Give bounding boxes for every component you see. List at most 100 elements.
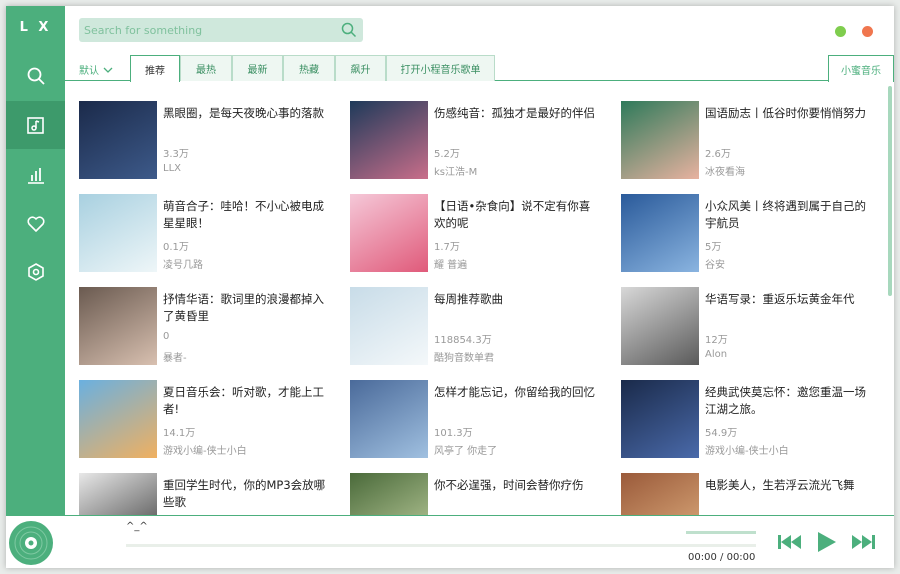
tab-newest[interactable]: 最新: [232, 55, 283, 81]
app-logo: L X: [19, 20, 52, 35]
playlist-cover[interactable]: [350, 473, 428, 515]
playlist-card[interactable]: 伤感纯音：孤独才是最好的伴侣 5.2万 ks江浩-M: [336, 89, 598, 179]
playlist-play-count: 1.7万: [434, 242, 460, 253]
playlist-title[interactable]: 经典武侠莫忘怀：邀您重温一场江湖之旅。: [705, 384, 869, 418]
playlist-cover[interactable]: [621, 473, 699, 515]
playlist-card[interactable]: 抒情华语：歌词里的浪漫都掉入了黄昏里 0 暴者-: [65, 275, 327, 365]
heart-icon: [26, 216, 45, 232]
playlist-author: 风亭了 你走了: [434, 446, 498, 457]
playlist-title[interactable]: 夏日音乐会：听对歌，才能上工者!: [163, 384, 327, 418]
sidebar-item-settings[interactable]: [6, 248, 65, 296]
album-disc-icon[interactable]: [8, 520, 54, 566]
playlist-title[interactable]: 国语励志丨低谷时你要悄悄努力: [705, 105, 869, 122]
playlist-title[interactable]: 黑眼圈，是每天夜晚心事的落款: [163, 105, 327, 122]
playlist-card[interactable]: 怎样才能忘记，你留给我的回忆 101.3万风亭了 你走了: [336, 368, 598, 458]
playlist-play-count: 2.6万: [705, 149, 731, 160]
search-icon[interactable]: [340, 21, 358, 39]
search-bar: [79, 18, 363, 42]
playlist-card[interactable]: 电影美人，生若浮云流光飞舞: [607, 461, 869, 515]
sidebar-item-search[interactable]: [6, 52, 65, 100]
playlist-play-count: 14.1万: [163, 428, 196, 439]
playlist-title[interactable]: 你不必逞强，时间会替你疗伤: [434, 477, 598, 494]
playlist-play-count: 118854.3万: [434, 335, 492, 346]
tab-hot-collect[interactable]: 热藏: [283, 55, 335, 81]
next-icon[interactable]: [849, 529, 877, 555]
playlist-title[interactable]: 电影美人，生若浮云流光飞舞: [705, 477, 869, 494]
progress-bar[interactable]: [126, 544, 756, 547]
sidebar-item-charts[interactable]: [6, 151, 65, 199]
previous-icon[interactable]: [776, 529, 804, 555]
playlist-cover[interactable]: [350, 287, 428, 365]
playlist-title[interactable]: 重回学生时代，你的MP3会放哪些歌: [163, 477, 327, 511]
playlist-play-count: 0.1万: [163, 242, 189, 253]
playlist-title[interactable]: 抒情华语：歌词里的浪漫都掉入了黄昏里: [163, 291, 327, 325]
playlist-cover[interactable]: [79, 287, 157, 365]
playlist-cover[interactable]: [350, 194, 428, 272]
volume-slider[interactable]: [686, 531, 756, 534]
playlist-author: 暴者-: [163, 353, 187, 364]
current-time: 00:00: [688, 552, 717, 563]
playlist-play-count: 5万: [705, 242, 722, 253]
playlist-author: 游戏小编-侠士小白: [163, 446, 247, 457]
playlist-play-count: 101.3万: [434, 428, 473, 439]
playlist-cover[interactable]: [621, 194, 699, 272]
tab-rising[interactable]: 飙升: [335, 55, 386, 81]
search-input[interactable]: [84, 21, 334, 39]
source-selector[interactable]: 小蜜音乐: [828, 55, 894, 82]
playlist-title[interactable]: 每周推荐歌曲: [434, 291, 598, 308]
playlist-card[interactable]: 你不必逞强，时间会替你疗伤: [336, 461, 598, 515]
playlist-title[interactable]: 【日语•杂食向】说不定有你喜欢的呢: [434, 198, 598, 232]
playlist-cover[interactable]: [621, 380, 699, 458]
app-window: L X 默认 推荐 最热 最新 热藏 飙升 打开小程音乐歌单 小蜜: [6, 6, 894, 568]
playlist-card[interactable]: 重回学生时代，你的MP3会放哪些歌: [65, 461, 327, 515]
play-icon[interactable]: [814, 529, 838, 555]
tab-hottest[interactable]: 最热: [180, 55, 232, 81]
playlist-play-count: 5.2万: [434, 149, 460, 160]
playlist-author: 谷安: [705, 260, 725, 271]
playlist-cover[interactable]: [79, 380, 157, 458]
playlist-cover[interactable]: [79, 473, 157, 515]
playlist-author: 酷狗音数单君: [434, 353, 494, 364]
playlist-card[interactable]: 国语励志丨低谷时你要悄悄努力 2.6万冰夜看海: [607, 89, 869, 179]
playlist-title[interactable]: 伤感纯音：孤独才是最好的伴侣: [434, 105, 598, 122]
song-title: ^_^: [126, 521, 148, 532]
playlist-card[interactable]: 黑眼圈，是每天夜晚心事的落款 3.3万 LLX: [65, 89, 327, 179]
tab-open-playlist[interactable]: 打开小程音乐歌单: [386, 55, 495, 81]
playlist-title[interactable]: 怎样才能忘记，你留给我的回忆: [434, 384, 598, 401]
tab-recommend[interactable]: 推荐: [130, 55, 180, 82]
playlist-cover[interactable]: [621, 101, 699, 179]
music-library-icon: [26, 117, 44, 134]
playlist-title[interactable]: 萌音合子：哇哈！不小心被电成星星眼！: [163, 198, 327, 232]
playlist-cover[interactable]: [350, 380, 428, 458]
playlist-card[interactable]: 经典武侠莫忘怀：邀您重温一场江湖之旅。 54.9万 游戏小编-侠士小白: [607, 368, 869, 458]
playlist-cover[interactable]: [79, 194, 157, 272]
search-icon: [27, 67, 45, 85]
playlist-author: 冰夜看海: [705, 167, 745, 178]
playlist-cover[interactable]: [350, 101, 428, 179]
tab-bar: 默认 推荐 最热 最新 热藏 飙升 打开小程音乐歌单 小蜜音乐: [65, 55, 894, 82]
playlist-card[interactable]: 萌音合子：哇哈！不小心被电成星星眼！ 0.1万凌号几路: [65, 182, 327, 272]
settings-icon: [27, 263, 44, 281]
playlist-play-count: 54.9万: [705, 428, 738, 439]
playlist-card[interactable]: 【日语•杂食向】说不定有你喜欢的呢 1.7万耀 普遍: [336, 182, 598, 272]
playlist-card[interactable]: 夏日音乐会：听对歌，才能上工者! 14.1万游戏小编-侠士小白: [65, 368, 327, 458]
playlist-card[interactable]: 每周推荐歌曲 118854.3万 酷狗音数单君: [336, 275, 598, 365]
playlist-play-count: 3.3万: [163, 149, 189, 160]
playlist-cover[interactable]: [621, 287, 699, 365]
player-bar: ^_^ 00:00 / 00:00: [6, 515, 894, 568]
chart-icon: [27, 168, 44, 184]
sidebar-item-favorites[interactable]: [6, 200, 65, 248]
playlist-title[interactable]: 华语写录：重返乐坛黄金年代: [705, 291, 869, 308]
total-time: 00:00: [726, 552, 756, 563]
playlist-author: 凌号几路: [163, 260, 203, 271]
playlist-card[interactable]: 小众风美丨终将遇到属于自己的宇航员 5万谷安: [607, 182, 869, 272]
sidebar-item-library[interactable]: [6, 101, 65, 149]
playlist-card[interactable]: 华语写录：重返乐坛黄金年代 12万 Alon: [607, 275, 869, 365]
sidebar: L X: [6, 6, 65, 515]
playlist-title[interactable]: 小众风美丨终将遇到属于自己的宇航员: [705, 198, 869, 232]
sort-dropdown[interactable]: 默认: [79, 62, 113, 77]
scrollbar[interactable]: [888, 86, 892, 296]
minimize-button[interactable]: [835, 26, 846, 37]
playlist-cover[interactable]: [79, 101, 157, 179]
close-button[interactable]: [862, 26, 873, 37]
